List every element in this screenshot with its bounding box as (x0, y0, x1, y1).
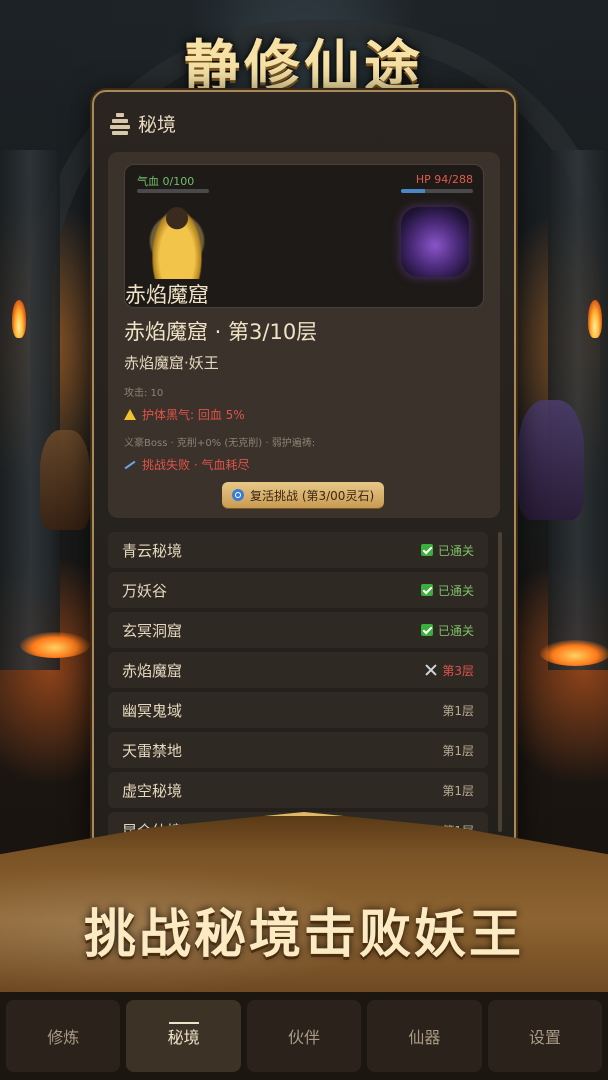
boss-info: 义豪Boss · 克削+0% (无克削) · 弱护遍祷: (124, 438, 316, 449)
dungeon-list: 青云秘境 已通关 万妖谷 已通关 玄冥洞窟 已通关 赤焰魔窟 第3层 幽冥鬼域 第1层 天雷禁地 第1… (108, 532, 488, 848)
boss-buff: 护体黑气: 回血 5% (124, 406, 245, 423)
dungeon-row[interactable]: 天雷禁地 第1层 (108, 732, 488, 768)
fail-status: 挑战失败 · 气血耗尽 (124, 456, 249, 473)
bottom-tab-bar: 修炼 秘境 伙伴 仙器 设置 (0, 992, 608, 1080)
tab-4[interactable]: 设置 (487, 1000, 603, 1072)
player-hp-text: 气血 0/100 (137, 175, 195, 188)
dungeon-status: 第1层 (442, 742, 474, 759)
tab-2[interactable]: 伙伴 (246, 1000, 362, 1072)
dungeon-status-text: 已通关 (437, 543, 474, 558)
dungeon-name: 天雷禁地 (122, 741, 183, 760)
tab-label: 修炼 (47, 1028, 80, 1047)
demon-king-avatar (401, 207, 469, 277)
check-icon (420, 584, 433, 596)
dungeon-status: 已通关 (420, 542, 474, 559)
check-icon (420, 624, 433, 636)
dungeon-status-text: 第1层 (442, 743, 474, 758)
dungeon-status-text: 第3层 (442, 663, 474, 678)
check-icon (420, 544, 433, 556)
warning-icon (124, 409, 136, 420)
warrior-figure (40, 430, 90, 530)
dungeon-row[interactable]: 虚空秘境 第1层 (108, 772, 488, 808)
scene-name: 赤焰魔窟 (125, 283, 209, 307)
dungeon-name: 玄冥洞窟 (122, 621, 183, 640)
torch-flame-icon (12, 300, 26, 338)
tab-3[interactable]: 仙器 (367, 1000, 482, 1072)
dungeon-name: 青云秘境 (122, 541, 183, 560)
dungeon-row[interactable]: 赤焰魔窟 第3层 (108, 652, 488, 688)
refresh-icon (232, 489, 244, 501)
tab-0[interactable]: 修炼 (6, 1000, 121, 1072)
dungeon-status-text: 第1层 (442, 783, 474, 798)
dungeon-row[interactable]: 玄冥洞窟 已通关 (108, 612, 488, 648)
dungeon-status-text: 已通关 (437, 623, 474, 638)
dungeon-status: 已通关 (420, 582, 474, 599)
battle-scene: 气血 0/100 HP 94/288 赤焰魔窟 (124, 164, 484, 308)
enemy-hp-text: HP 94/288 (415, 173, 473, 186)
secret-realm-panel: 秘境 气血 0/100 HP 94/288 赤焰魔窟 赤焰魔窟 · 第3/10层… (92, 90, 516, 850)
dungeon-name: 幽冥鬼域 (122, 701, 183, 720)
current-dungeon-card: 气血 0/100 HP 94/288 赤焰魔窟 赤焰魔窟 · 第3/10层 赤焰… (108, 152, 500, 518)
demon-figure (518, 400, 584, 520)
cultivator-avatar (149, 203, 205, 279)
floor-progress: 赤焰魔窟 · 第3/10层 (124, 320, 318, 344)
tab-label: 仙器 (408, 1028, 441, 1047)
list-scrollbar[interactable] (498, 532, 502, 832)
banner-text: 挑战秘境击败妖王 (83, 904, 524, 965)
pagoda-icon (110, 112, 130, 135)
panel-header: 秘境 (110, 110, 176, 137)
buff-text: 护体黑气: 回血 5% (142, 408, 245, 422)
dungeon-name: 虚空秘境 (122, 781, 183, 800)
floor-fire-icon (540, 640, 608, 666)
dungeon-status: 第3层 (425, 662, 474, 679)
fail-text: 挑战失败 · 气血耗尽 (142, 458, 250, 472)
tab-label: 伙伴 (288, 1028, 321, 1047)
player-hp-bar (137, 189, 209, 193)
dungeon-row[interactable]: 幽冥鬼域 第1层 (108, 692, 488, 728)
broken-sword-icon (124, 460, 136, 470)
revive-label: 复活挑战 (第3/00灵石) (250, 488, 375, 503)
crossed-swords-icon (425, 664, 437, 676)
dungeon-name: 赤焰魔窟 (122, 661, 183, 680)
dungeon-name: 万妖谷 (122, 581, 168, 600)
dungeon-row[interactable]: 青云秘境 已通关 (108, 532, 488, 568)
dungeon-status: 第1层 (442, 702, 474, 719)
torch-flame-icon (588, 300, 602, 338)
boss-attack: 攻击: 10 (124, 388, 164, 399)
dungeon-row[interactable]: 万妖谷 已通关 (108, 572, 488, 608)
dungeon-status-text: 已通关 (437, 583, 474, 598)
tab-label: 设置 (528, 1028, 561, 1047)
dungeon-status-text: 第1层 (442, 703, 474, 718)
dungeon-status: 已通关 (420, 622, 474, 639)
boss-name: 赤焰魔窟·妖王 (124, 354, 219, 372)
panel-title: 秘境 (138, 114, 177, 136)
left-pillar (0, 150, 60, 670)
enemy-hp-bar (401, 189, 473, 193)
floor-fire-icon (20, 632, 90, 658)
tab-1[interactable]: 秘境 (126, 1000, 241, 1072)
tab-label: 秘境 (167, 1028, 200, 1047)
dungeon-status: 第1层 (442, 782, 474, 799)
revive-challenge-button[interactable]: 复活挑战 (第3/00灵石) (222, 482, 385, 508)
